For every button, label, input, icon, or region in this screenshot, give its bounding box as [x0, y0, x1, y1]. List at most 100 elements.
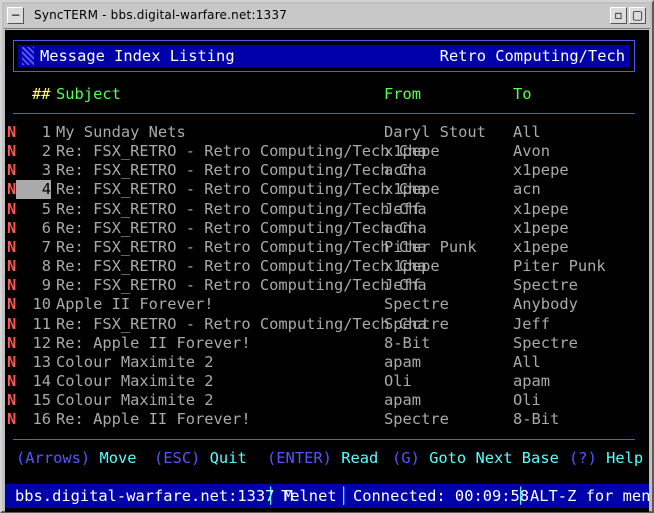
message-to: x1pepe — [513, 161, 569, 180]
message-to: Spectre — [513, 333, 578, 352]
message-number: 5 — [41, 199, 51, 218]
help-esc[interactable]: (ESC) Quit — [154, 449, 247, 468]
new-flag: N — [7, 180, 17, 199]
message-to: Anybody — [513, 295, 578, 314]
terminal-window: − SyncTERM - bbs.digital-warfare.net:133… — [0, 0, 654, 513]
status-host: bbs.digital-warfare.net:1337 M — [15, 487, 293, 505]
status-bar: bbs.digital-warfare.net:1337 M │ Telnet … — [5, 484, 649, 508]
message-from: Spectre — [384, 295, 449, 314]
column-subject[interactable]: Subject — [56, 85, 121, 104]
message-to: All — [513, 352, 541, 371]
message-row[interactable]: N 6 Re: FSX_RETRO - Retro Computing/Tech C… — [5, 219, 649, 238]
message-row[interactable]: N 5 Re: FSX_RETRO - Retro Computing/Tech C… — [5, 200, 649, 219]
message-from: x1pepe — [384, 142, 440, 161]
help-enter[interactable]: (ENTER) Read — [267, 449, 378, 468]
message-from: apam — [384, 352, 422, 371]
status-protocol: Telnet — [281, 487, 337, 505]
message-to: x1pepe — [513, 199, 569, 218]
message-from: apam — [384, 391, 422, 410]
status-connected: Connected: 00:09:58 — [353, 487, 530, 505]
help-goto[interactable]: (G) Goto Next Base — [392, 449, 559, 468]
message-row[interactable]: N 11 Re: FSX_RETRO - Retro Computing/Tech … — [5, 315, 649, 334]
message-row[interactable]: N 8 Re: FSX_RETRO - Retro Computing/Tech C… — [5, 257, 649, 276]
message-from: Daryl Stout — [384, 123, 486, 141]
message-number: 8 — [41, 257, 51, 276]
footer-divider — [13, 439, 635, 440]
help-arrows[interactable]: (Arrows) Move — [16, 449, 137, 468]
message-row[interactable]: N 7 Re: FSX_RETRO - Retro Computing/Tech C… — [5, 238, 649, 257]
message-number: 15 — [32, 391, 51, 410]
message-row[interactable]: N 10 Apple II Forever! Spectre Anybody — [5, 295, 649, 314]
message-row[interactable]: N 16 Re: Apple II Forever! Spectre 8-Bit — [5, 410, 649, 429]
terminal-screen[interactable]: Message Index Listing Retro Computing/Te… — [5, 30, 649, 512]
message-from: Spectre — [384, 410, 449, 429]
column-header-row: ## Subject From To — [5, 85, 649, 104]
message-from: Jeff — [384, 199, 422, 218]
message-subject: Re: FSX_RETRO - Retro Computing/Tech Cha — [56, 237, 427, 256]
column-num: ## — [32, 85, 51, 103]
message-subject: Re: Apple II Forever! — [56, 333, 251, 352]
message-to: Oli — [513, 391, 541, 410]
message-number: 16 — [32, 410, 51, 429]
page-title: Message Index Listing — [40, 47, 235, 65]
message-from: Oli — [384, 371, 412, 390]
window-title: SyncTERM - bbs.digital-warfare.net:1337 — [34, 8, 288, 22]
message-to: Jeff — [513, 314, 551, 333]
message-row[interactable]: N 3 Re: FSX_RETRO - Retro Computing/Tech C… — [5, 161, 649, 180]
message-subject: Re: FSX_RETRO - Retro Computing/Tech Cha — [56, 199, 427, 218]
header-divider — [13, 113, 635, 114]
message-number: 10 — [32, 295, 51, 314]
message-from: 8-Bit — [384, 333, 431, 352]
message-to: apam — [513, 371, 551, 390]
status-separator: │ — [339, 487, 349, 505]
message-from: acn — [384, 161, 412, 180]
message-from: Piter Punk — [384, 237, 477, 256]
message-to: Piter Punk — [513, 257, 606, 276]
message-number: 12 — [32, 333, 51, 352]
message-number: 14 — [32, 371, 51, 390]
help-help[interactable]: (?) Help — [569, 449, 643, 468]
message-number: 7 — [41, 237, 51, 256]
message-row[interactable]: N 14 Colour Maximite 2 Oli apam — [5, 372, 649, 391]
column-to[interactable]: To — [513, 85, 532, 104]
help-bar: (Arrows) Move (ESC) Quit (ENTER) Read (G… — [5, 449, 649, 468]
message-number: 6 — [41, 218, 51, 237]
message-number: 9 — [41, 276, 51, 295]
status-separator: │ — [516, 487, 526, 505]
message-subject: Re: FSX_RETRO - Retro Computing/Tech Cha — [56, 180, 427, 199]
message-row[interactable]: N 13 Colour Maximite 2 apam All — [5, 353, 649, 372]
status-menu-hint: ALT-Z for menu — [530, 487, 649, 505]
message-subject: Re: FSX_RETRO - Retro Computing/Tech Cha — [56, 142, 427, 161]
message-number: 13 — [32, 352, 51, 371]
message-number: 4 — [16, 180, 51, 200]
message-from: Spectre — [384, 314, 449, 333]
message-subject: Re: FSX_RETRO - Retro Computing/Tech Cha — [56, 276, 427, 295]
message-row[interactable]: N 2 Re: FSX_RETRO - Retro Computing/Tech C… — [5, 142, 649, 161]
message-to: acn — [513, 180, 541, 199]
status-separator: │ — [266, 487, 276, 505]
window-menu-icon[interactable]: − — [7, 7, 24, 24]
message-number: 11 — [32, 314, 51, 333]
message-row[interactable]: N 9 Re: FSX_RETRO - Retro Computing/Tech C… — [5, 276, 649, 295]
message-number: 3 — [41, 161, 51, 180]
message-row[interactable]: N 1 My Sunday Nets Daryl Stout All — [5, 123, 649, 142]
message-subject: Colour Maximite 2 — [56, 391, 214, 410]
message-subject: Apple II Forever! — [56, 295, 214, 314]
maximize-icon[interactable]: ▢ — [629, 7, 646, 24]
message-number: 2 — [41, 142, 51, 161]
message-row[interactable]: N 4 Re: FSX_RETRO - Retro Computing/Tech C… — [5, 180, 649, 200]
message-to: x1pepe — [513, 218, 569, 237]
message-to: Avon — [513, 142, 551, 161]
message-subject: Re: FSX_RETRO - Retro Computing/Tech Cha — [56, 314, 427, 333]
message-to: Spectre — [513, 276, 578, 295]
minimize-icon[interactable]: ▫ — [610, 7, 627, 24]
message-to: x1pepe — [513, 237, 569, 256]
message-subject: Re: FSX_RETRO - Retro Computing/Tech Cha — [56, 218, 427, 237]
message-row[interactable]: N 12 Re: Apple II Forever! 8-Bit Spectre — [5, 334, 649, 353]
message-area-name: Retro Computing/Tech — [439, 47, 625, 65]
message-from: Jeff — [384, 276, 422, 295]
message-to: All — [513, 123, 541, 141]
message-from: x1pepe — [384, 180, 440, 199]
message-row[interactable]: N 15 Colour Maximite 2 apam Oli — [5, 391, 649, 410]
column-from[interactable]: From — [384, 85, 421, 104]
